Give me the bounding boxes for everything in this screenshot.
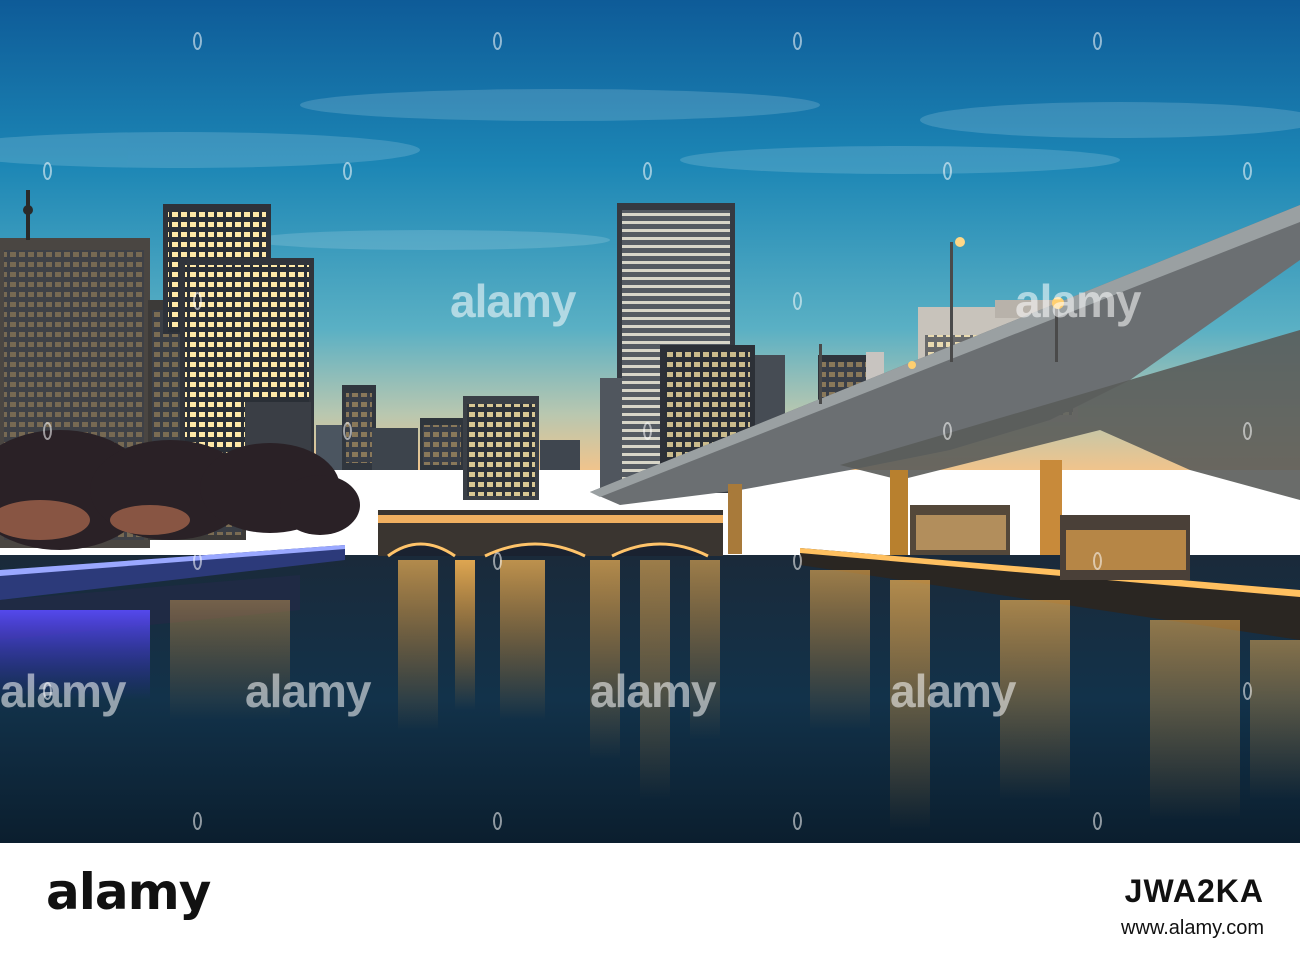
watermark-mark	[1093, 552, 1102, 570]
watermark-text: alamy	[1015, 275, 1141, 327]
watermark-mark	[193, 812, 202, 830]
watermark-mark	[1093, 32, 1102, 50]
watermark-mark	[43, 162, 52, 180]
watermark-mark	[943, 162, 952, 180]
watermark-mark	[343, 422, 352, 440]
watermark-mark	[1093, 812, 1102, 830]
watermark-mark	[493, 552, 502, 570]
watermark-text: alamy	[890, 665, 1016, 717]
watermark-mark	[943, 422, 952, 440]
watermark-mark	[793, 552, 802, 570]
watermark-mark	[643, 422, 652, 440]
watermark-mark	[193, 32, 202, 50]
watermark-text: alamy	[245, 665, 371, 717]
photo-scene: alamy alamy alamy alamy alamy alamy	[0, 0, 1300, 957]
watermark-mark	[493, 32, 502, 50]
stock-footer-bar: alamy JWA2KA www.alamy.com	[0, 843, 1300, 957]
image-id: JWA2KA	[1124, 873, 1264, 909]
watermark-mark	[1243, 422, 1252, 440]
alamy-logo: alamy	[46, 863, 211, 921]
watermark-mark	[43, 422, 52, 440]
watermark-mark	[193, 292, 202, 310]
arched-bridge	[378, 510, 723, 558]
watermark-mark	[1243, 162, 1252, 180]
watermark-mark	[643, 162, 652, 180]
watermark-mark	[1243, 682, 1252, 700]
watermark-mark	[43, 682, 52, 700]
watermark-mark	[793, 812, 802, 830]
watermark-text: alamy	[590, 665, 716, 717]
watermark-text: alamy	[0, 665, 126, 717]
watermark-mark	[193, 552, 202, 570]
watermark-text: alamy	[450, 275, 576, 327]
watermark-mark	[793, 292, 802, 310]
watermark-mark	[493, 812, 502, 830]
watermark-mark	[793, 32, 802, 50]
watermark-mark	[343, 162, 352, 180]
site-url: www.alamy.com	[1121, 917, 1264, 939]
